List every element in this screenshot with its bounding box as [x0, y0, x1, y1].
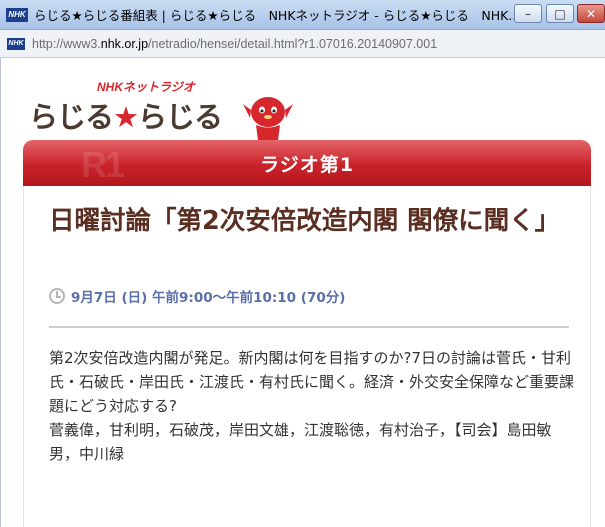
program-cast: 菅義偉，甘利明，石破茂，岸田文雄，江渡聡徳，有村治子，【司会】島田敏男，中川緑: [49, 421, 552, 463]
channel-banner: R1 ラジオ第1: [23, 140, 591, 186]
channel-name: ラジオ第1: [260, 153, 354, 176]
logo-nhk-netradio: NHKネットラジオ: [97, 80, 195, 94]
minimize-button[interactable]: –: [514, 4, 542, 23]
close-button[interactable]: ✕: [577, 4, 605, 23]
program-description: 第2次安倍改造内閣が発足。新内閣は何を目指すのか?7日の討論は菅氏・甘利氏・石破…: [49, 349, 575, 415]
divider: [49, 326, 569, 328]
logo-star-icon: ★: [113, 100, 139, 134]
program-detail-card: 日曜討論「第2次安倍改造内閣 閣僚に聞く」 9月7日 (日) 午前9:00～午前…: [23, 186, 591, 527]
clock-icon: [49, 288, 65, 304]
window-title: らじる★らじる番組表 | らじる★らじる NHKネットラジオ - らじる★らじる…: [34, 8, 521, 23]
logo-wordmark: らじる★らじる: [29, 94, 223, 136]
page-content: NHKネットラジオ らじる★らじる R1 ラジオ第1 日曜討論「第2次安倍改造内…: [0, 58, 605, 527]
radiru-logo[interactable]: NHKネットラジオ らじる★らじる: [27, 72, 293, 151]
url-field[interactable]: http://www3.nhk.or.jp/netradio/hensei/de…: [32, 37, 437, 51]
program-title: 日曜討論「第2次安倍改造内閣 閣僚に聞く」: [49, 206, 561, 236]
nhk-favicon-icon: NHK: [6, 7, 28, 22]
url-path: /netradio/hensei/detail.html?r1.07016.20…: [148, 36, 438, 51]
maximize-button[interactable]: □: [546, 4, 574, 23]
schedule-text: 9月7日 (日) 午前9:00～午前10:10 (70分): [71, 290, 346, 306]
logo-left: らじる: [29, 100, 114, 134]
program-schedule: 9月7日 (日) 午前9:00～午前10:10 (70分): [49, 286, 345, 306]
banner-watermark: R1: [81, 144, 125, 185]
logo-right: らじる: [138, 100, 223, 134]
url-prefix: http://www3.: [32, 36, 101, 51]
nhk-site-icon: NHK: [7, 37, 25, 50]
url-host: nhk.or.jp: [100, 36, 149, 51]
window-titlebar: NHK らじる★らじる番組表 | らじる★らじる NHKネットラジオ - らじる…: [0, 0, 605, 30]
address-bar[interactable]: NHK http://www3.nhk.or.jp/netradio/hense…: [0, 30, 605, 58]
